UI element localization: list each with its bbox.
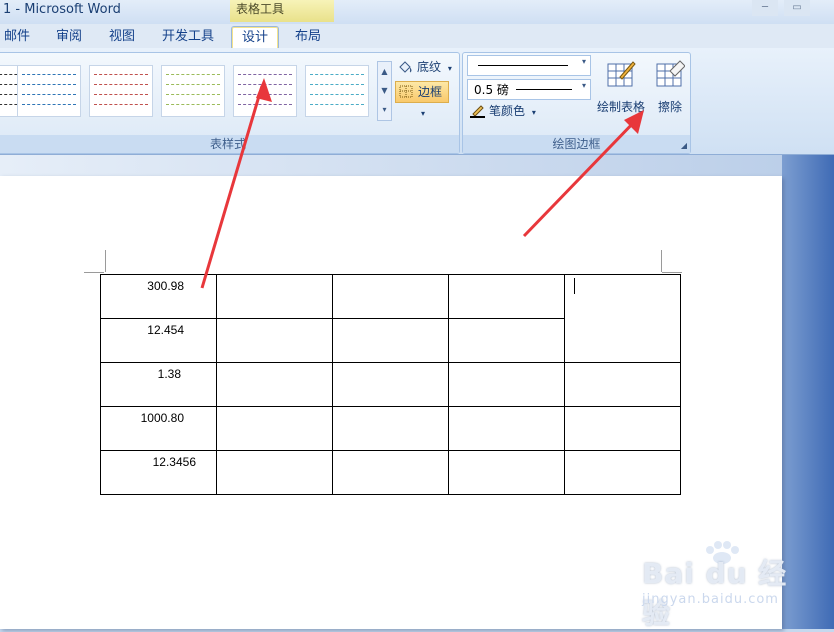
watermark-site: jingyan.baidu.com: [642, 592, 779, 607]
baidu-watermark: Bai du 经验 jingyan.baidu.com: [622, 540, 802, 630]
arrowhead-icon: [256, 78, 272, 102]
arrow-to-style-gallery: [200, 85, 264, 289]
arrow-to-eraser: [522, 116, 640, 238]
annotation-arrows: [200, 78, 644, 289]
